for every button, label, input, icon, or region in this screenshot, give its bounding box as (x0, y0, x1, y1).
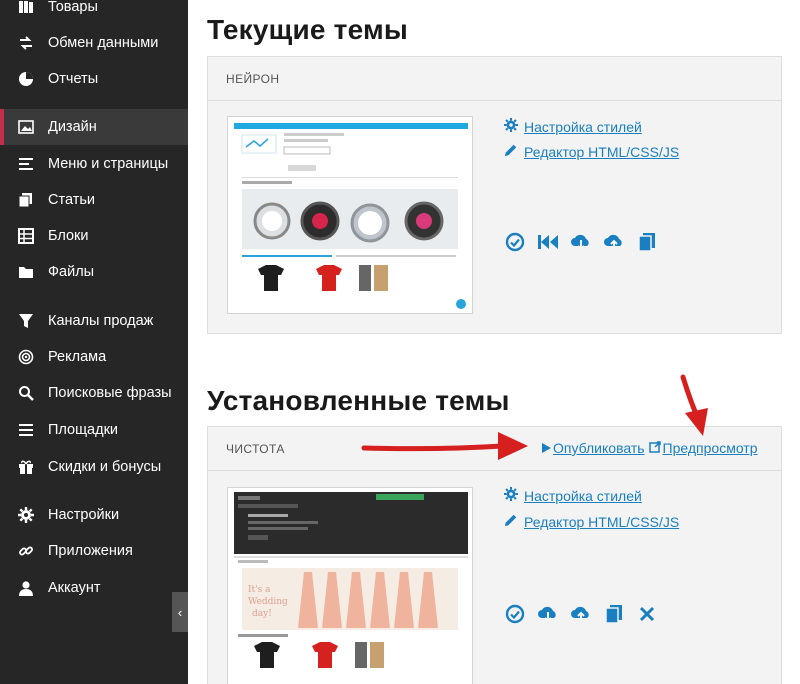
pencil-icon (504, 513, 518, 530)
theme-name: ЧИСТОТА (226, 442, 285, 456)
sidebar-item-label: Скидки и бонусы (48, 459, 162, 475)
sidebar-item-reports[interactable]: Отчеты (0, 62, 188, 96)
files-icon (17, 191, 35, 209)
publish-link[interactable]: Опубликовать (541, 440, 645, 456)
style-settings-link[interactable]: Настройка стилей (504, 118, 642, 135)
sidebar-item-label: Настройки (48, 507, 120, 523)
pencil-icon (504, 143, 518, 160)
sidebar-item-articles[interactable]: Статьи (0, 183, 188, 217)
svg-text:Wedding: Wedding (248, 597, 288, 607)
filter-icon (17, 312, 35, 330)
cloud-download-icon[interactable] (537, 603, 559, 625)
gear-icon (17, 506, 35, 524)
sidebar-item-files[interactable]: Файлы (0, 255, 188, 289)
panel-header: НЕЙРОН (208, 57, 781, 101)
sidebar-item-design[interactable]: Дизайн (0, 109, 188, 145)
cloud-upload-icon[interactable] (603, 231, 625, 253)
svg-text:It's a: It's a (248, 585, 271, 595)
sidebar-item-search-phrases[interactable]: Поисковые фразы (0, 376, 188, 410)
sidebar-item-apps[interactable]: Приложения (0, 534, 188, 568)
sidebar-item-label: Каналы продаж (48, 313, 154, 329)
gear-icon (504, 487, 518, 504)
sidebar-item-label: Файлы (48, 264, 95, 280)
theme-name: НЕЙРОН (226, 72, 280, 86)
style-settings-label: Настройка стилей (524, 487, 642, 504)
code-editor-label: Редактор HTML/CSS/JS (524, 143, 680, 160)
sidebar-item-label: Статьи (48, 192, 95, 208)
search-icon (17, 384, 35, 402)
sidebar-item-discounts[interactable]: Скидки и бонусы (0, 450, 188, 484)
folder-icon (17, 263, 35, 281)
dashboard-icon[interactable] (504, 231, 526, 253)
sidebar-collapse-button[interactable]: ‹ (172, 592, 188, 632)
page-title-current-themes: Текущие темы (207, 14, 408, 45)
sidebar-item-label: Меню и страницы (48, 156, 169, 172)
sidebar-item-label: Приложения (48, 543, 133, 559)
cloud-download-icon[interactable] (570, 231, 592, 253)
list-icon (17, 155, 35, 173)
sidebar-item-advertising[interactable]: Реклама (0, 340, 188, 374)
lines-icon (17, 421, 35, 439)
pie-chart-icon (17, 70, 35, 88)
sidebar-item-label: Товары (48, 0, 98, 15)
sidebar-item-label: Дизайн (48, 119, 97, 135)
sidebar-item-platforms[interactable]: Площадки (0, 413, 188, 447)
preview-label: Предпросмотр (662, 440, 758, 456)
sidebar-item-goods[interactable]: Товары (0, 0, 188, 24)
current-theme-panel: НЕЙРОН Настройка стилей Редактор HTML/CS… (207, 56, 782, 334)
code-editor-link[interactable]: Редактор HTML/CSS/JS (504, 143, 679, 160)
copy-icon[interactable] (603, 603, 625, 625)
theme-thumbnail[interactable]: It's a Wedding day! (227, 487, 473, 684)
sidebar-item-label: Блоки (48, 228, 89, 244)
sidebar-item-label: Обмен данными (48, 35, 159, 51)
code-editor-label: Редактор HTML/CSS/JS (524, 513, 680, 530)
rollback-icon[interactable] (537, 231, 559, 253)
style-settings-link[interactable]: Настройка стилей (504, 487, 642, 504)
play-icon (541, 440, 551, 456)
sidebar-item-label: Площадки (48, 422, 119, 438)
sidebar-item-label: Реклама (48, 349, 107, 365)
external-link-icon (648, 440, 661, 456)
sidebar-item-label: Отчеты (48, 71, 99, 87)
sidebar-item-settings[interactable]: Настройки (0, 498, 188, 532)
user-icon (17, 579, 35, 597)
sidebar-item-sales-channels[interactable]: Каналы продаж (0, 304, 188, 338)
sidebar: Товары Обмен данными Отчеты Дизайн Меню … (0, 0, 188, 684)
close-icon[interactable] (636, 603, 658, 625)
code-editor-link[interactable]: Редактор HTML/CSS/JS (504, 513, 679, 530)
installed-theme-actions (504, 603, 658, 625)
installed-theme-panel: ЧИСТОТА Опубликовать Предпросмотр It's a… (207, 426, 782, 684)
table-icon (17, 227, 35, 245)
sidebar-item-data-exchange[interactable]: Обмен данными (0, 26, 188, 60)
sidebar-item-label: Поисковые фразы (48, 385, 172, 401)
exchange-icon (17, 34, 35, 52)
style-settings-label: Настройка стилей (524, 118, 642, 135)
sidebar-item-blocks[interactable]: Блоки (0, 219, 188, 253)
publish-label: Опубликовать (553, 440, 645, 456)
sidebar-item-account[interactable]: Аккаунт (0, 571, 188, 605)
gift-icon (17, 458, 35, 476)
current-theme-actions (504, 231, 658, 253)
preview-link[interactable]: Предпросмотр (648, 440, 758, 456)
cloud-upload-icon[interactable] (570, 603, 592, 625)
sidebar-item-menus-pages[interactable]: Меню и страницы (0, 147, 188, 181)
dashboard-icon[interactable] (504, 603, 526, 625)
sidebar-item-label: Аккаунт (48, 580, 101, 596)
link-icon (17, 542, 35, 560)
gear-icon (504, 118, 518, 135)
theme-thumbnail[interactable] (227, 116, 473, 314)
target-icon (17, 348, 35, 366)
copy-icon[interactable] (636, 231, 658, 253)
page-title-installed-themes: Установленные темы (207, 385, 510, 416)
book-icon (17, 0, 35, 16)
image-icon (17, 118, 35, 136)
svg-text:day!: day! (252, 609, 272, 619)
installed-theme-header-actions: Опубликовать Предпросмотр (541, 440, 758, 456)
